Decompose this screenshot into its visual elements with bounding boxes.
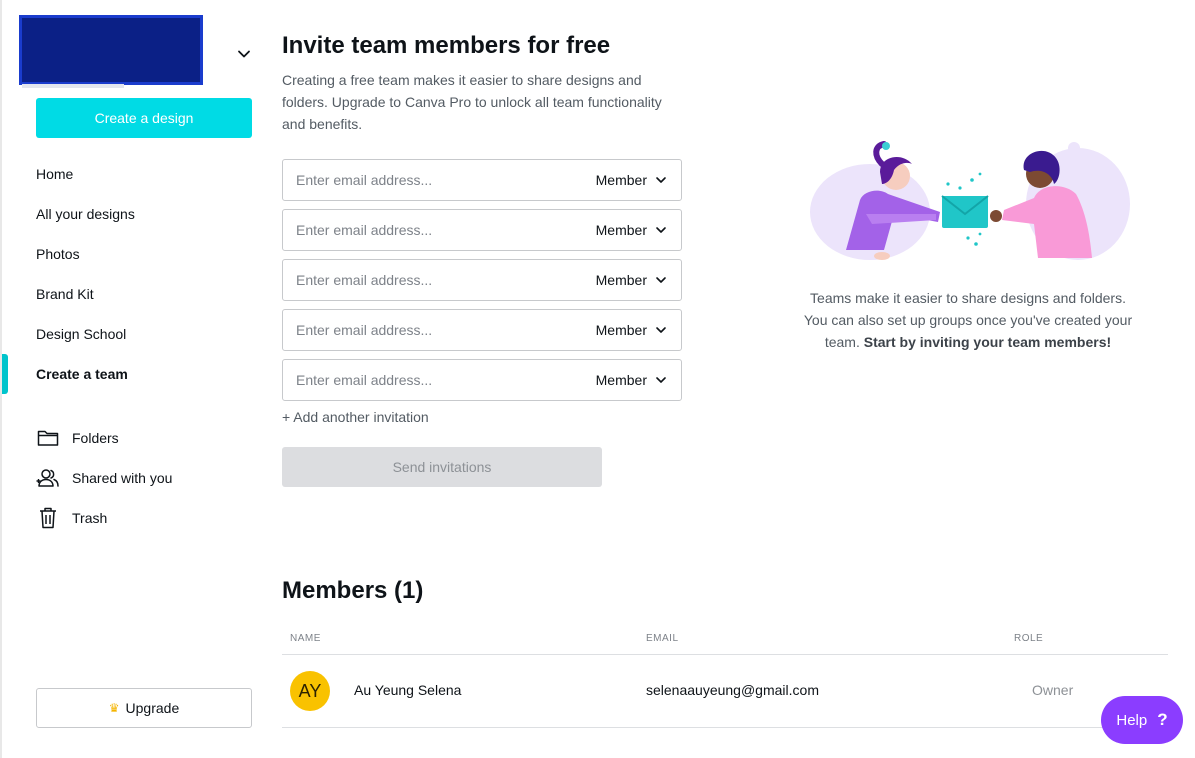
role-dropdown[interactable]: Member [596,322,681,338]
page-title: Invite team members for free [282,32,611,59]
sidebar-item-trash[interactable]: Trash [2,498,268,538]
send-invitations-button[interactable]: Send invitations [282,447,602,487]
sidebar-item-shared[interactable]: Shared with you [2,458,268,498]
sidebar-item-label: Home [36,166,74,182]
sidebar-item-label: Create a team [36,366,128,382]
avatar: AY [290,671,330,711]
upgrade-label: Upgrade [125,700,180,716]
folder-icon [36,426,60,450]
role-dropdown[interactable]: Member [596,372,681,388]
chevron-down-icon [656,327,666,333]
role-value: Member [595,272,647,288]
sidebar-item-all-designs[interactable]: All your designs [2,194,268,234]
teams-info-text: Teams make it easier to share designs an… [800,287,1136,353]
role-dropdown[interactable]: Member [596,172,681,188]
help-button[interactable]: Help ? [1101,696,1183,744]
sidebar-item-label: All your designs [36,206,135,222]
chevron-down-icon [656,177,666,183]
team-logo-redacted[interactable] [19,15,203,85]
sidebar-item-brand-kit[interactable]: Brand Kit [2,274,268,314]
invite-row: Member [282,209,682,251]
column-header-role[interactable]: ROLE [1014,633,1043,644]
table-row-divider [282,727,1168,728]
role-dropdown[interactable]: Member [596,272,681,288]
chevron-down-icon [656,377,666,383]
role-dropdown[interactable]: Member [596,222,681,238]
sidebar-item-folders[interactable]: Folders [2,418,268,458]
email-input[interactable] [283,210,596,250]
chevron-down-icon [656,277,666,283]
shared-users-icon [36,466,60,490]
member-name: Au Yeung Selena [354,682,462,698]
sidebar: Create a design Home All your designs Ph… [0,0,266,758]
role-value: Member [595,372,647,388]
sidebar-nav: Home All your designs Photos Brand Kit D… [2,154,268,394]
question-icon: ? [1157,710,1168,729]
chevron-down-icon[interactable] [236,46,252,62]
team-logo-underline [22,84,124,88]
invite-row: Member [282,159,682,201]
sidebar-item-label: Design School [36,326,127,342]
email-input[interactable] [283,310,596,350]
sidebar-item-label: Shared with you [72,470,173,486]
upgrade-button[interactable]: ♛ Upgrade [36,688,252,728]
help-label: Help [1116,711,1148,729]
sidebar-item-home[interactable]: Home [2,154,268,194]
teams-info-cta: Start by inviting your team members! [863,334,1112,350]
sidebar-item-label: Brand Kit [36,286,94,302]
role-value: Member [595,322,647,338]
chevron-down-icon [656,227,666,233]
sidebar-item-label: Trash [72,510,108,526]
sidebar-item-label: Photos [36,246,80,262]
invite-row: Member [282,259,682,301]
trash-icon [36,506,60,530]
add-invitation-link[interactable]: + Add another invitation [282,409,429,425]
role-value: Member [595,172,647,188]
email-input[interactable] [283,260,596,300]
table-header-divider [282,654,1168,655]
email-input[interactable] [283,160,596,200]
sidebar-item-design-school[interactable]: Design School [2,314,268,354]
column-header-name[interactable]: NAME [290,633,321,644]
sidebar-item-label: Folders [72,430,119,446]
invite-row: Member [282,359,682,401]
create-design-button[interactable]: Create a design [36,98,252,138]
members-title: Members (1) [282,577,424,604]
role-value: Member [595,222,647,238]
member-role: Owner [1032,682,1074,698]
member-email: selenaauyeung@gmail.com [646,682,819,698]
invite-description: Creating a free team makes it easier to … [282,72,662,132]
team-illustration [810,141,1130,260]
column-header-email[interactable]: EMAIL [646,633,679,644]
sidebar-secondary-nav: Folders Shared with you Trash [2,418,268,538]
sidebar-item-photos[interactable]: Photos [2,234,268,274]
crown-icon: ♛ [108,701,120,715]
invite-row: Member [282,309,682,351]
sidebar-item-create-team[interactable]: Create a team [2,354,268,394]
email-input[interactable] [283,360,596,400]
